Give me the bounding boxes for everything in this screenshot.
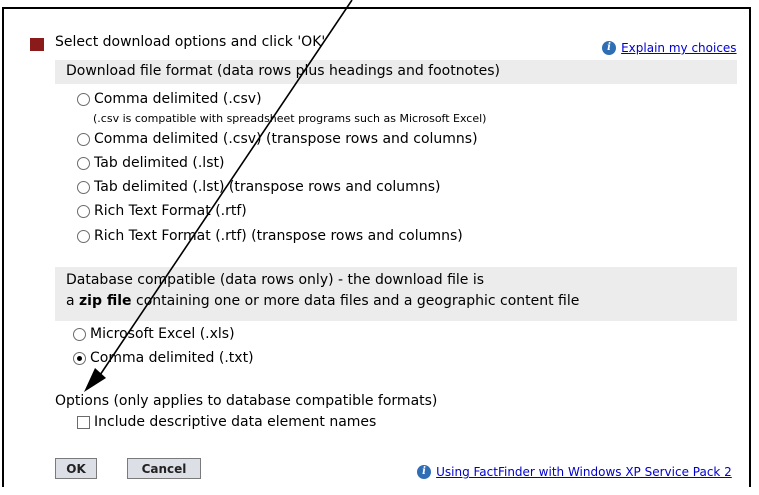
arrow-shaft bbox=[97, 0, 353, 379]
annotation-arrow bbox=[84, 0, 353, 392]
